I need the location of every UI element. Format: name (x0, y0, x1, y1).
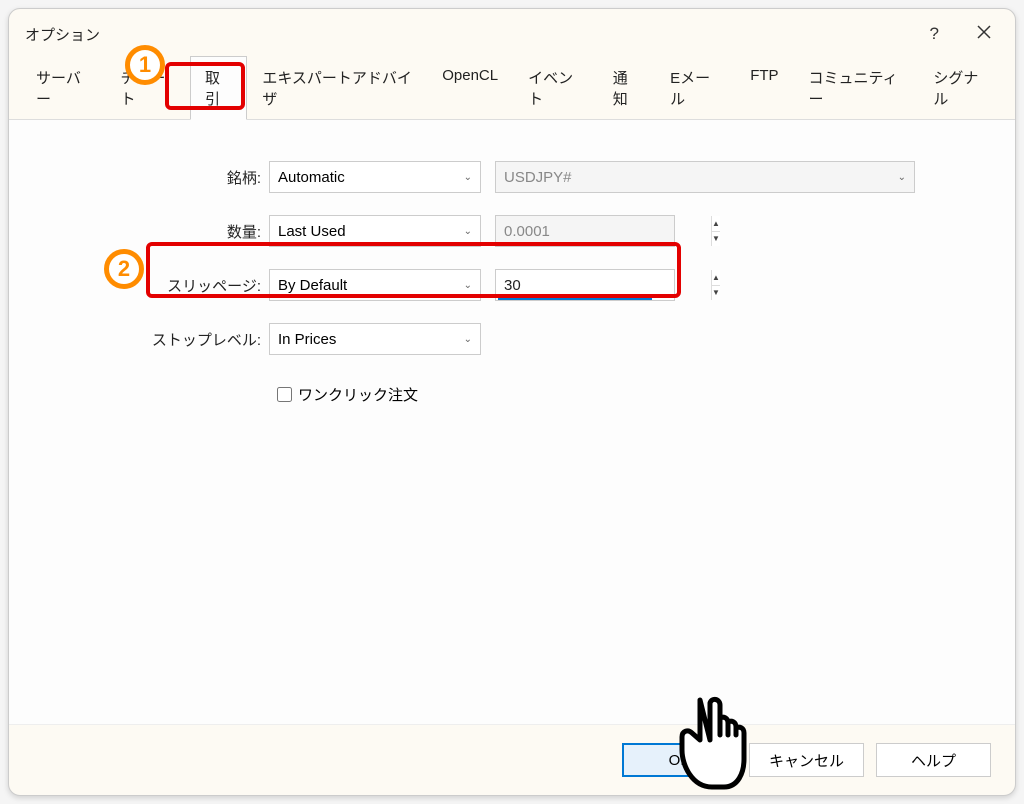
tab-event[interactable]: イベント (513, 56, 598, 120)
help-button[interactable]: ヘルプ (876, 743, 991, 777)
symbol-mode-value: Automatic (278, 169, 345, 186)
tab-expert[interactable]: エキスパートアドバイザ (247, 56, 427, 120)
oneclick-label[interactable]: ワンクリック注文 (298, 384, 418, 405)
tab-server[interactable]: サーバー (21, 56, 106, 120)
tab-notification[interactable]: 通知 (598, 56, 655, 120)
stoplevel-mode-dropdown[interactable]: In Prices ⌄ (269, 323, 481, 355)
spinner-up-icon[interactable]: ▲ (712, 270, 720, 286)
slippage-spinner[interactable]: ▲ ▼ (495, 269, 675, 301)
oneclick-checkbox[interactable] (277, 387, 292, 402)
spinner-buttons: ▲ ▼ (711, 216, 720, 246)
tab-ftp[interactable]: FTP (735, 56, 793, 120)
content-area: 銘柄: Automatic ⌄ USDJPY# ⌄ 数量: Last Used … (9, 120, 1015, 724)
volume-spinner[interactable]: ▲ ▼ (495, 215, 675, 247)
row-stoplevel: ストップレベル: In Prices ⌄ (29, 322, 995, 356)
spinner-down-icon[interactable]: ▼ (712, 286, 720, 301)
stoplevel-mode-value: In Prices (278, 331, 336, 348)
chevron-down-icon: ⌄ (464, 226, 472, 237)
row-oneclick: ワンクリック注文 (277, 384, 995, 405)
symbol-label: 銘柄: (29, 167, 269, 188)
cancel-button[interactable]: キャンセル (749, 743, 864, 777)
volume-mode-dropdown[interactable]: Last Used ⌄ (269, 215, 481, 247)
row-slippage: スリッページ: By Default ⌄ ▲ ▼ (29, 268, 995, 302)
chevron-down-icon: ⌄ (464, 280, 472, 291)
cursor-hand-icon (662, 695, 752, 798)
spinner-down-icon[interactable]: ▼ (712, 232, 720, 247)
slippage-mode-value: By Default (278, 277, 347, 294)
annotation-callout-1: 1 (125, 45, 165, 85)
chevron-down-icon: ⌄ (464, 334, 472, 345)
help-icon[interactable]: ? (922, 20, 947, 48)
spinner-up-icon[interactable]: ▲ (712, 216, 720, 232)
volume-label: 数量: (29, 221, 269, 242)
row-symbol: 銘柄: Automatic ⌄ USDJPY# ⌄ (29, 160, 995, 194)
tab-signal[interactable]: シグナル (918, 56, 1003, 120)
slippage-mode-dropdown[interactable]: By Default ⌄ (269, 269, 481, 301)
tab-trade[interactable]: 取引 (190, 56, 247, 120)
titlebar: オプション ? (9, 9, 1015, 55)
volume-input[interactable] (496, 219, 711, 244)
tab-community[interactable]: コミュニティー (794, 56, 919, 120)
chevron-down-icon: ⌄ (464, 172, 472, 183)
chevron-down-icon: ⌄ (898, 172, 906, 183)
symbol-mode-dropdown[interactable]: Automatic ⌄ (269, 161, 481, 193)
stoplevel-label: ストップレベル: (29, 329, 269, 350)
annotation-callout-2: 2 (104, 249, 144, 289)
dialog-title: オプション (25, 24, 100, 45)
slippage-input[interactable] (496, 273, 711, 298)
row-volume: 数量: Last Used ⌄ ▲ ▼ (29, 214, 995, 248)
volume-mode-value: Last Used (278, 223, 346, 240)
symbol-value-dropdown[interactable]: USDJPY# ⌄ (495, 161, 915, 193)
tab-opencl[interactable]: OpenCL (427, 56, 513, 120)
spinner-buttons: ▲ ▼ (711, 270, 720, 300)
footer: OK キャンセル ヘルプ (9, 724, 1015, 795)
slippage-label: スリッページ: (29, 275, 269, 296)
input-focus-underline (498, 298, 652, 300)
tab-email[interactable]: Eメール (655, 56, 735, 120)
options-dialog: オプション ? サーバー チャート 取引 エキスパートアドバイザ OpenCL … (8, 8, 1016, 796)
symbol-value: USDJPY# (504, 169, 572, 186)
close-icon[interactable] (969, 20, 999, 48)
titlebar-controls: ? (922, 20, 999, 48)
